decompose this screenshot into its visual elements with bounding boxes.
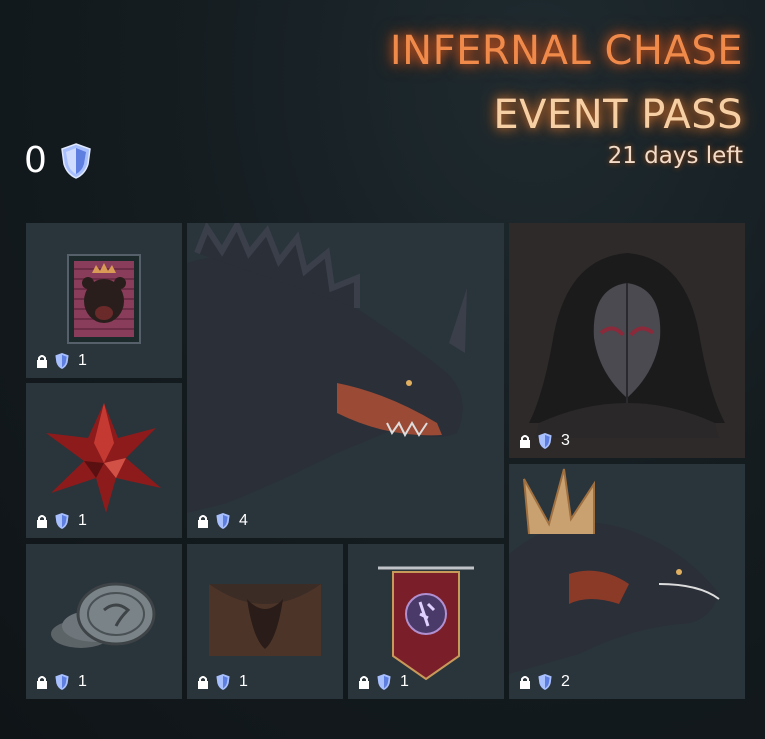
reward-cost: 1 — [78, 512, 87, 529]
reward-tile-coins[interactable]: 1 — [26, 544, 182, 699]
event-title-line1: INFERNAL CHASE — [389, 28, 743, 74]
shield-currency-icon — [215, 673, 231, 691]
reward-tile-crimson-crystal[interactable]: 1 — [26, 383, 182, 538]
reward-badge: 4 — [197, 512, 248, 530]
lock-icon — [519, 434, 531, 448]
plague-mask-icon — [509, 223, 745, 458]
reward-badge: 1 — [358, 673, 409, 691]
reward-cost: 1 — [400, 673, 409, 690]
lock-icon — [197, 514, 209, 528]
lock-icon — [36, 354, 48, 368]
reward-badge: 1 — [36, 512, 87, 530]
lock-icon — [197, 675, 209, 689]
reward-badge: 3 — [519, 432, 570, 450]
reward-cost: 3 — [561, 432, 570, 449]
lock-icon — [519, 675, 531, 689]
reward-tile-horned-dragon[interactable]: 2 — [509, 464, 745, 699]
shield-currency-icon — [54, 352, 70, 370]
time-left-label: 21 days left — [607, 143, 743, 169]
reward-tile-dark-banner-backdrop[interactable]: 1 — [187, 544, 343, 699]
reward-badge: 2 — [519, 673, 570, 691]
reward-cost: 4 — [239, 512, 248, 529]
shield-currency-icon — [54, 673, 70, 691]
shield-currency-icon — [215, 512, 231, 530]
reward-cost: 1 — [239, 673, 248, 690]
reward-tile-hooded-mask[interactable]: 3 — [509, 223, 745, 458]
reward-tile-bear-emblem[interactable]: 1 — [26, 223, 182, 378]
lock-icon — [358, 675, 370, 689]
shield-currency-icon — [59, 142, 93, 180]
shield-currency-icon — [376, 673, 392, 691]
event-title-line2: EVENT PASS — [493, 92, 743, 138]
reward-badge: 1 — [36, 352, 87, 370]
currency-balance: 0 — [24, 140, 93, 181]
reward-cost: 1 — [78, 352, 87, 369]
reward-cost: 2 — [561, 673, 570, 690]
reward-tile-rune-banner[interactable]: 1 — [348, 544, 504, 699]
reward-badge: 1 — [36, 673, 87, 691]
lock-icon — [36, 675, 48, 689]
dragon-head-icon — [509, 464, 745, 699]
reward-cost: 1 — [78, 673, 87, 690]
shield-currency-icon — [537, 673, 553, 691]
currency-amount: 0 — [24, 140, 47, 181]
reward-tile-black-dragon[interactable]: 4 — [187, 223, 504, 538]
shield-currency-icon — [54, 512, 70, 530]
reward-badge: 1 — [197, 673, 248, 691]
lock-icon — [36, 514, 48, 528]
dragon-head-icon — [187, 223, 504, 538]
shield-currency-icon — [537, 432, 553, 450]
